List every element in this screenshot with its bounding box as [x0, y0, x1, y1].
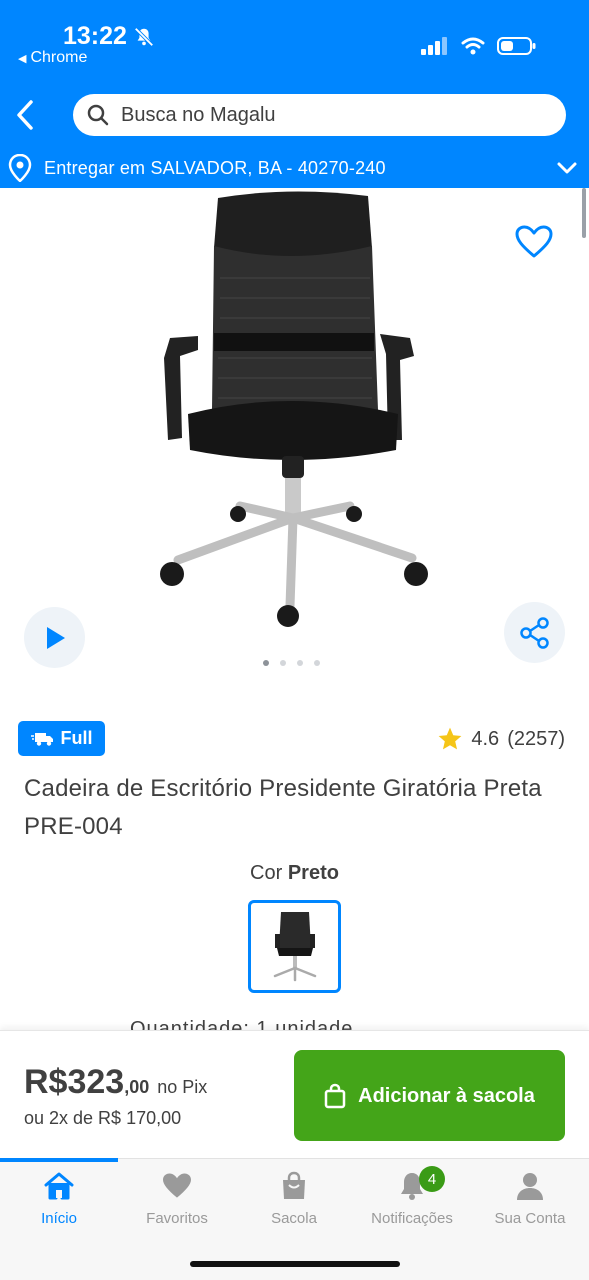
- nav-item-favoritos[interactable]: Favoritos: [118, 1168, 236, 1227]
- notification-count-badge: 4: [419, 1166, 445, 1192]
- product-image: [160, 191, 428, 627]
- favorite-button[interactable]: [514, 224, 554, 260]
- search-placeholder: Busca no Magalu: [121, 103, 276, 126]
- nav-item-sua-conta[interactable]: Sua Conta: [471, 1168, 589, 1227]
- delivery-text: Entregar em SALVADOR, BA - 40270-240: [44, 157, 386, 178]
- nav-label-sacola: Sacola: [271, 1210, 317, 1227]
- play-video-button[interactable]: [24, 607, 85, 668]
- share-button[interactable]: [504, 602, 565, 663]
- gallery-dot[interactable]: [263, 660, 269, 666]
- status-icons: [421, 36, 537, 56]
- full-badge: Full: [18, 721, 105, 756]
- rating-value: 4.6: [471, 727, 500, 750]
- status-time-text: 13:22: [63, 22, 127, 50]
- shopping-bag-icon: [324, 1083, 346, 1108]
- gallery-pagination: [263, 660, 320, 666]
- price: R$323 ,00 no Pix: [24, 1063, 207, 1102]
- gallery-dot[interactable]: [280, 660, 286, 666]
- back-app-label: Chrome: [30, 49, 88, 66]
- nav-item-sacola[interactable]: Sacola: [235, 1168, 353, 1227]
- truck-icon: [30, 732, 53, 746]
- back-triangle-icon: ◀: [18, 52, 27, 65]
- price-main: R$323: [24, 1063, 125, 1101]
- gallery-dot[interactable]: [314, 660, 320, 666]
- price-method: no Pix: [157, 1077, 208, 1097]
- chair-thumbnail: [273, 911, 316, 981]
- add-to-bag-label: Adicionar à sacola: [358, 1084, 535, 1107]
- color-selector-label: Cor Preto: [0, 862, 589, 885]
- nav-label-inicio: Início: [41, 1210, 77, 1227]
- search-input[interactable]: Busca no Magalu: [73, 94, 566, 136]
- nav-label-favoritos: Favoritos: [146, 1210, 208, 1227]
- star-icon: [439, 727, 462, 750]
- back-to-app[interactable]: ◀ Chrome: [18, 49, 87, 67]
- installments-text: ou 2x de R$ 170,00: [24, 1108, 182, 1128]
- search-icon: [87, 104, 109, 126]
- chevron-down-icon: [557, 162, 577, 174]
- home-icon: [44, 1172, 74, 1200]
- full-badge-label: Full: [60, 728, 93, 748]
- back-button[interactable]: [8, 96, 42, 134]
- nav-item-notificacoes[interactable]: 4 Notificações: [353, 1166, 471, 1227]
- scroll-indicator: [582, 188, 586, 238]
- heart-icon: [163, 1173, 191, 1198]
- product-rating[interactable]: 4.6 (2257): [437, 726, 565, 752]
- user-icon: [517, 1173, 543, 1200]
- product-title: Cadeira de Escritório Presidente Giratór…: [24, 775, 542, 840]
- price-cents: ,00: [124, 1077, 150, 1097]
- color-value: Preto: [287, 862, 339, 884]
- nav-item-inicio[interactable]: Início: [0, 1168, 118, 1227]
- share-icon: [519, 616, 549, 649]
- gallery-dot[interactable]: [297, 660, 303, 666]
- nav-active-indicator: [0, 1158, 118, 1162]
- status-time: 13:22: [63, 22, 155, 51]
- heart-outline-icon: [515, 225, 553, 258]
- nav-label-notificacoes: Notificações: [371, 1210, 453, 1227]
- location-pin-icon: [8, 154, 32, 182]
- bag-icon: [283, 1171, 305, 1199]
- wifi-icon: [461, 37, 485, 55]
- color-label: Cor: [250, 862, 283, 884]
- add-to-bag-button[interactable]: Adicionar à sacola: [294, 1050, 565, 1141]
- color-swatch-preto[interactable]: [248, 900, 341, 993]
- product-image-gallery[interactable]: [0, 188, 589, 683]
- chevron-left-icon: [17, 100, 33, 130]
- bell-muted-icon: [134, 26, 154, 47]
- signal-icon: [421, 37, 447, 55]
- nav-label-sua-conta: Sua Conta: [494, 1210, 566, 1227]
- delivery-location-bar[interactable]: Entregar em SALVADOR, BA - 40270-240: [0, 148, 589, 188]
- home-indicator[interactable]: [190, 1261, 400, 1267]
- battery-icon: [497, 37, 536, 55]
- play-icon: [46, 626, 65, 649]
- rating-count: (2257): [507, 727, 565, 750]
